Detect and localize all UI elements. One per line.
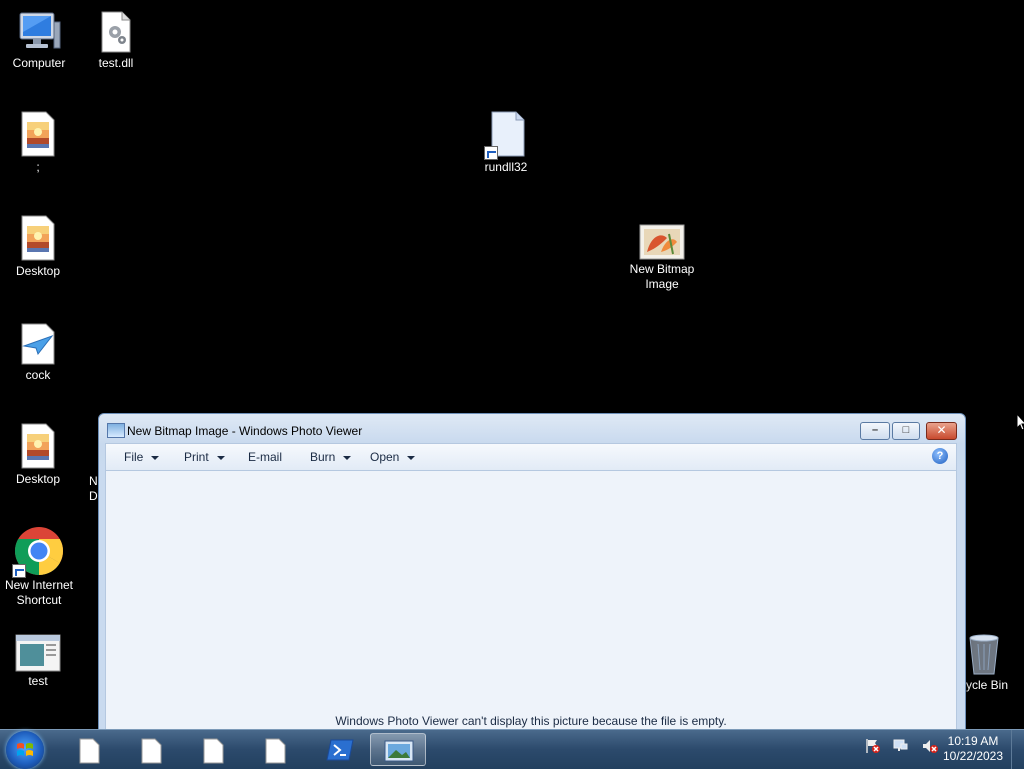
taskbar-app-powershell[interactable] [309, 733, 365, 766]
image-view-area: Windows Photo Viewer can't display this … [105, 471, 957, 732]
desktop-icon-desktop-1[interactable]: Desktop [0, 214, 76, 279]
menu-email[interactable]: E-mail [248, 450, 282, 464]
chevron-down-icon [151, 455, 160, 460]
desktop-icon-label: test.dll [98, 56, 134, 70]
taskbar-app-photo-viewer[interactable] [370, 733, 426, 766]
desktop-icon-test[interactable]: test [0, 634, 76, 689]
image-file-icon [21, 423, 55, 469]
blank-document-icon [79, 738, 100, 764]
menu-open[interactable]: Open [370, 450, 416, 464]
action-center-flag-icon[interactable] [865, 738, 881, 754]
desktop-icon-label: Desktop [15, 264, 61, 278]
computer-icon [19, 12, 61, 49]
blank-document-icon [265, 738, 286, 764]
powershell-icon [326, 739, 354, 761]
error-message: Windows Photo Viewer can't display this … [335, 714, 727, 728]
desktop-icon-label: ; [36, 160, 40, 174]
taskbar-app-document-1[interactable] [61, 733, 117, 766]
taskbar-app-document-3[interactable] [185, 733, 241, 766]
help-icon[interactable]: ? [932, 448, 948, 464]
minimize-icon: – [871, 424, 879, 436]
menu-print[interactable]: Print [184, 450, 225, 464]
bitmap-icon [639, 224, 685, 260]
desktop-icon-label: Desktop [15, 472, 61, 486]
photo-viewer-window[interactable]: New Bitmap Image - Windows Photo Viewer … [98, 413, 966, 733]
close-button[interactable]: ✕ [926, 422, 957, 440]
chevron-down-icon [407, 455, 416, 460]
desktop-icon-label: New Internet Shortcut [4, 578, 74, 607]
dll-file-icon [101, 11, 131, 53]
desktop-icon-new-bitmap-image[interactable]: New Bitmap Image [624, 224, 700, 292]
photo-viewer-icon [384, 740, 414, 762]
maximize-icon: □ [902, 424, 910, 436]
mouse-cursor-icon [1016, 413, 1024, 431]
chevron-down-icon [343, 455, 352, 460]
taskbar-app-document-2[interactable] [123, 733, 179, 766]
window-title: New Bitmap Image - Windows Photo Viewer [127, 424, 363, 438]
desktop-icon-new-internet-shortcut[interactable]: New Internet Shortcut [1, 526, 77, 608]
window-app-icon [15, 634, 61, 672]
desktop-icon-partial-label: N D [89, 474, 98, 503]
minimize-button[interactable]: – [860, 422, 890, 440]
start-button[interactable] [6, 731, 44, 769]
image-file-icon [21, 111, 55, 157]
recycle-bin-icon [969, 634, 999, 675]
title-bar[interactable]: New Bitmap Image - Windows Photo Viewer … [99, 414, 965, 444]
command-bar: File Print E-mail Burn Open ? [105, 443, 957, 471]
close-icon: ✕ [936, 423, 947, 437]
taskbar: 10:19 AM 10/22/2023 [0, 729, 1024, 769]
document-icon [21, 323, 55, 365]
desktop-icon-rundll32[interactable]: rundll32 [468, 110, 544, 175]
network-icon[interactable] [893, 738, 909, 754]
desktop-icon-label: New Bitmap Image [629, 262, 695, 291]
volume-muted-icon[interactable] [922, 738, 938, 754]
menu-file[interactable]: File [124, 450, 160, 464]
image-file-icon [21, 215, 55, 261]
blank-document-icon [203, 738, 224, 764]
desktop-icon-label: test [28, 674, 48, 688]
clock-date: 10/22/2023 [942, 749, 1004, 763]
show-desktop-button[interactable] [1011, 730, 1024, 769]
maximize-button[interactable]: □ [892, 422, 920, 440]
desktop-icon-semicolon[interactable]: ; [0, 110, 76, 175]
taskbar-app-document-4[interactable] [247, 733, 303, 766]
desktop-icon-desktop-2[interactable]: Desktop [0, 422, 76, 487]
desktop-icon-label: cock [25, 368, 51, 382]
windows-logo-icon [17, 743, 33, 756]
clock-time: 10:19 AM [947, 734, 999, 748]
desktop-icon-label: Computer [12, 56, 66, 70]
desktop-icon-label: rundll32 [484, 160, 528, 174]
shortcut-arrow-icon [484, 146, 498, 160]
menu-burn[interactable]: Burn [310, 450, 352, 464]
desktop-icon-test-dll[interactable]: test.dll [78, 10, 154, 71]
desktop-icon-cock[interactable]: cock [0, 322, 76, 383]
desktop-icon-computer[interactable]: Computer [1, 10, 77, 71]
chevron-down-icon [216, 455, 225, 460]
photo-viewer-icon [107, 423, 125, 438]
clock[interactable]: 10:19 AM 10/22/2023 [938, 734, 1008, 764]
blank-document-icon [141, 738, 162, 764]
shortcut-arrow-icon [12, 564, 26, 578]
system-tray [865, 738, 947, 757]
